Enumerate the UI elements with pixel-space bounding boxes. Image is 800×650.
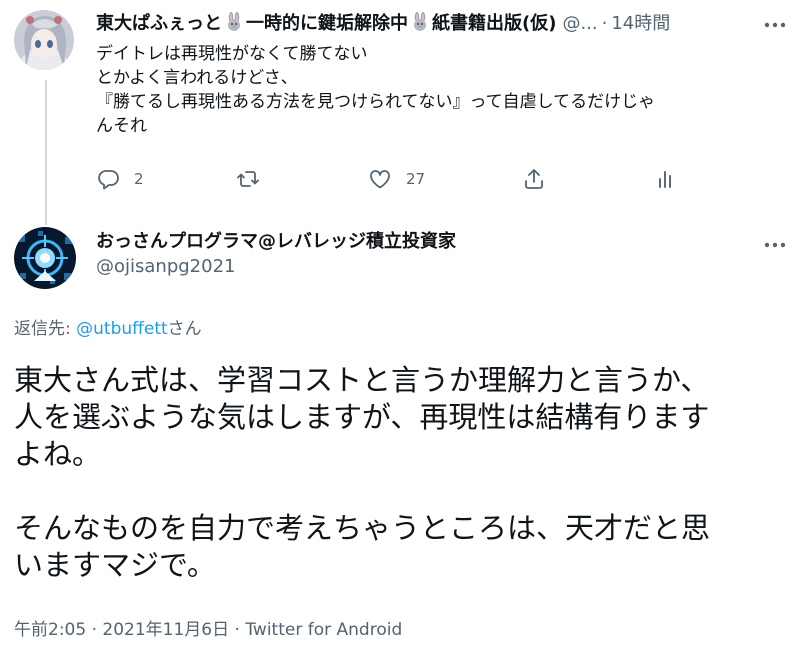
parent-tweet-text: デイトレは再現性がなくて勝てない とかよく言われるけどさ、 『勝てるし再現性ある…: [96, 42, 781, 138]
parent-tweet-actions: 2 27: [96, 164, 696, 194]
parent-author-avatar[interactable]: [14, 10, 74, 70]
replying-prefix: 返信先:: [14, 319, 77, 339]
meta-separator: ·: [229, 620, 246, 640]
parent-tweet-time[interactable]: 14時間: [611, 12, 670, 36]
tweet-time-link[interactable]: 午前2:05 · 2021年11月6日: [14, 620, 229, 640]
rabbit-emoji-icon: [224, 12, 244, 32]
share-button[interactable]: [522, 164, 546, 194]
tweet-date: 2021年11月6日: [102, 620, 230, 640]
main-tweet-line: そんなものを自力で考えちゃうところは、天才だと思: [14, 511, 711, 545]
retweet-icon: [237, 171, 259, 187]
parent-author-handle[interactable]: @...: [562, 12, 597, 36]
parent-author-status-text: 一時的に鍵垢解除中: [246, 13, 408, 34]
reply-count: 2: [134, 170, 144, 188]
parent-author-name-text: 東大ぱふぇっと: [96, 13, 222, 34]
parent-author-name-suffix: 紙書籍出版(仮): [432, 13, 557, 34]
parent-tweet-header: 東大ぱふぇっと 一時的に鍵垢解除中 紙書籍出版(仮) @... · 14時間: [96, 12, 740, 36]
reply-icon: [98, 170, 119, 190]
main-tweet-text: 東大さん式は、学習コストと言うか理解力と言うか、 人を選ぶような気はしますが、再…: [14, 362, 794, 584]
parent-more-icon[interactable]: [764, 14, 786, 36]
main-tweet-author: おっさんプログラマ@レバレッジ積立投資家 @ojisanpg2021: [96, 230, 456, 280]
retweet-button[interactable]: [236, 164, 274, 194]
tweet-timestamp: 午前2:05 · 2021年11月6日 · Twitter for Androi…: [14, 615, 402, 640]
replying-to-handle-link[interactable]: @utbuffett: [76, 319, 168, 339]
parent-author-name[interactable]: 東大ぱふぇっと 一時的に鍵垢解除中 紙書籍出版(仮): [96, 12, 556, 36]
main-tweet-blank-line: [14, 473, 794, 510]
header-separator: ·: [601, 13, 608, 34]
replying-suffix: さん: [167, 319, 202, 339]
reply-button[interactable]: 2: [96, 164, 144, 194]
main-author-avatar[interactable]: [14, 227, 76, 289]
like-count: 27: [406, 170, 426, 188]
main-author-handle[interactable]: @ojisanpg2021: [96, 254, 456, 280]
parent-tweet-line: デイトレは再現性がなくて勝てない: [96, 44, 368, 64]
main-tweet-line: 人を選ぶような気はしますが、再現性は結構有ります: [14, 400, 710, 434]
thread-connector-line: [45, 80, 47, 225]
tweet-time: 午前2:05: [14, 620, 87, 640]
main-tweet-line: よね。: [14, 437, 102, 471]
analytics-button[interactable]: [653, 164, 677, 194]
rabbit-emoji-icon: [410, 12, 430, 32]
parent-tweet-line: とかよく言われるけどさ、: [96, 68, 298, 88]
like-button[interactable]: 27: [368, 164, 425, 194]
parent-tweet-line: んそれ: [96, 116, 147, 136]
main-author-name[interactable]: おっさんプログラマ@レバレッジ積立投資家: [96, 230, 456, 254]
main-more-icon[interactable]: [764, 234, 786, 256]
main-tweet-line: いますマジで。: [14, 548, 216, 582]
like-icon: [370, 170, 390, 189]
parent-tweet-line: 『勝てるし再現性ある方法を見つけられてない』って自虐してるだけじゃ: [96, 92, 656, 112]
share-icon: [525, 169, 543, 189]
main-tweet-line: 東大さん式は、学習コストと言うか理解力と言うか、: [14, 363, 710, 397]
analytics-icon: [659, 171, 671, 188]
replying-to: 返信先: @utbuffettさん: [14, 314, 202, 339]
tweet-source-link[interactable]: Twitter for Android: [245, 620, 402, 640]
